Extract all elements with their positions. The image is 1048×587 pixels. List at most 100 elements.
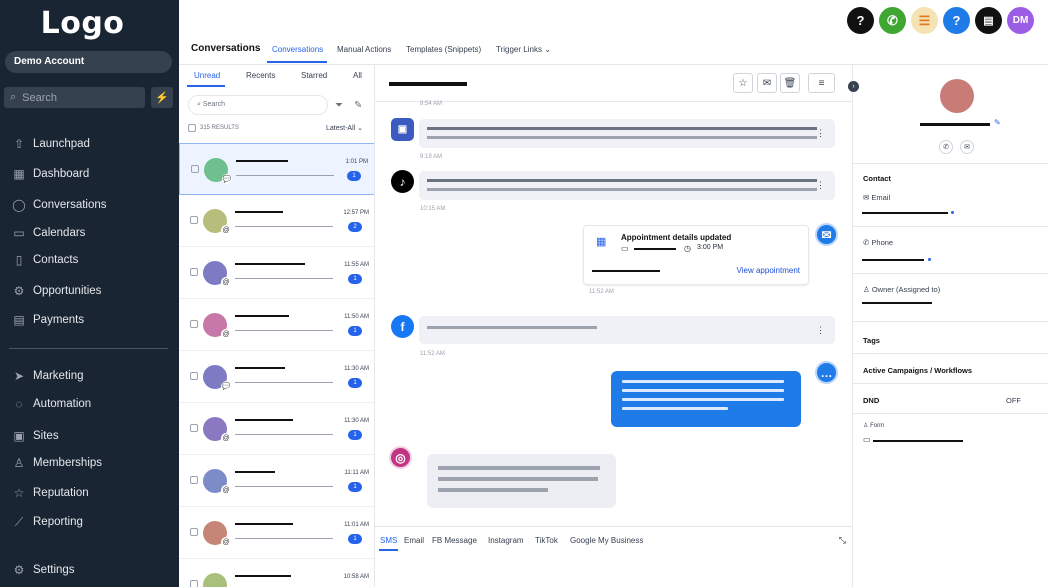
sort-dropdown[interactable]: Latest-All ⌄	[326, 124, 363, 132]
sidebar-item-conversations[interactable]: ◯ Conversations	[11, 197, 106, 213]
filter-icon[interactable]: ⏷	[335, 100, 343, 111]
email-value[interactable]	[862, 212, 948, 214]
conversation-panel: ☆ ✉ 🗑 ≡ 8:54 AM ▣ ⋮ 9:19 AM ♪ ⋮ 10:15 AM…	[375, 65, 852, 587]
conversation-row[interactable]: 💬 11:30 AM 1	[179, 351, 374, 403]
campaigns-section[interactable]: Active Campaigns / Workflows	[863, 366, 972, 375]
more-options-icon[interactable]: ⋮	[816, 325, 825, 336]
conversation-row[interactable]: @11:11 AM 1	[179, 455, 374, 507]
row-checkbox[interactable]	[190, 268, 198, 276]
tab-templates[interactable]: Templates (Snippets)	[406, 45, 481, 54]
phone-icon[interactable]: ✆	[939, 140, 953, 154]
sidebar-item-automation[interactable]: ◌ Automation	[11, 396, 91, 412]
sidebar-item-sites[interactable]: ▣ Sites	[11, 428, 58, 444]
row-checkbox[interactable]	[190, 320, 198, 328]
collapse-arrow-icon[interactable]: ›	[848, 81, 859, 92]
phone-icon[interactable]: ✆	[879, 7, 906, 34]
row-checkbox[interactable]	[190, 528, 198, 536]
tab-instagram[interactable]: Instagram	[488, 536, 524, 545]
row-time: 1:01 PM	[345, 159, 368, 165]
row-checkbox[interactable]	[190, 372, 198, 380]
conversation-row[interactable]: @10:58 AM	[179, 559, 374, 587]
row-checkbox[interactable]	[191, 165, 199, 173]
sidebar-item-reputation[interactable]: ☆ Reputation	[11, 485, 89, 501]
phone-value[interactable]	[862, 259, 924, 261]
more-options-icon[interactable]: ⋮	[816, 180, 825, 191]
contact-name	[235, 471, 275, 473]
sidebar-item-marketing[interactable]: ➤ Marketing	[11, 368, 84, 384]
sidebar-search[interactable]: ⌕ Search	[4, 87, 145, 108]
account-switcher[interactable]: Demo Account	[5, 51, 172, 73]
tab-trigger-links[interactable]: Trigger Links ⌄	[496, 45, 551, 54]
conversation-row[interactable]: @11:55 AM 1	[179, 247, 374, 299]
row-checkbox[interactable]	[190, 216, 198, 224]
star-icon[interactable]: ☆	[733, 73, 753, 93]
results-label: 315 RESULTS	[200, 125, 239, 131]
row-checkbox[interactable]	[190, 476, 198, 484]
row-checkbox[interactable]	[190, 424, 198, 432]
avatar	[203, 573, 227, 587]
row-checkbox[interactable]	[190, 580, 198, 587]
contact-name	[235, 211, 283, 213]
conversation-row[interactable]: @11:30 AM 1	[179, 403, 374, 455]
row-time: 12:57 PM	[343, 210, 369, 216]
help-icon[interactable]: ?	[847, 7, 874, 34]
row-time: 11:01 AM	[344, 522, 369, 528]
sidebar-item-label: Calendars	[33, 227, 86, 239]
email-icon[interactable]: ✉	[960, 140, 974, 154]
tab-starred[interactable]: Starred	[301, 71, 327, 80]
tab-tiktok[interactable]: TikTok	[535, 536, 558, 545]
dnd-value[interactable]: OFF	[1006, 396, 1021, 405]
edit-icon[interactable]: ✎	[994, 118, 1001, 127]
tab-fb-message[interactable]: FB Message	[432, 536, 477, 545]
conversation-row[interactable]: @11:01 AM 1	[179, 507, 374, 559]
tab-manual-actions[interactable]: Manual Actions	[337, 45, 391, 54]
view-appointment-link[interactable]: View appointment	[737, 266, 800, 275]
select-all-checkbox[interactable]	[188, 124, 196, 132]
tab-email[interactable]: Email	[404, 536, 424, 545]
conversation-row[interactable]: 💬 1:01 PM 1	[179, 143, 374, 195]
tags-section[interactable]: Tags	[863, 336, 880, 345]
tab-conversations[interactable]: Conversations	[272, 45, 323, 54]
sidebar-item-settings[interactable]: ⚙ Settings	[11, 562, 75, 578]
owner-value[interactable]	[862, 302, 932, 304]
tab-sms[interactable]: SMS	[380, 536, 397, 545]
sidebar-item-dashboard[interactable]: ▦ Dashboard	[11, 166, 89, 182]
tab-all[interactable]: All	[353, 71, 362, 80]
quick-action-icon[interactable]: ⚡	[151, 87, 173, 108]
filter-icon[interactable]: ≡	[808, 73, 835, 93]
conversation-row[interactable]: @11:50 AM 1	[179, 299, 374, 351]
compose-icon[interactable]: ✎	[354, 100, 362, 111]
unread-count-badge: 1	[348, 326, 362, 336]
more-options-icon[interactable]: ⋮	[816, 128, 825, 139]
phone-label: ✆ Phone	[863, 238, 893, 247]
channel-icon: @	[221, 277, 231, 287]
mail-open-icon[interactable]: ✉	[757, 73, 777, 93]
status-dot	[928, 258, 931, 261]
tab-unread[interactable]: Unread	[194, 71, 220, 80]
sidebar-item-payments[interactable]: ▤ Payments	[11, 312, 84, 328]
conversation-row[interactable]: @12:57 PM 2	[179, 195, 374, 247]
sidebar-item-memberships[interactable]: ♙ Memberships	[11, 455, 102, 471]
trash-icon[interactable]: 🗑	[780, 73, 800, 93]
tab-recents[interactable]: Recents	[246, 71, 275, 80]
email-icon: ✉	[815, 223, 838, 246]
support-icon[interactable]: ?	[943, 7, 970, 34]
sidebar-item-contacts[interactable]: ▯ Contacts	[11, 252, 79, 268]
list-icon[interactable]: ☰	[911, 7, 938, 34]
calendar-icon: ▭	[13, 226, 25, 240]
expand-icon[interactable]: ⤡	[839, 535, 846, 546]
row-time: 11:50 AM	[344, 314, 369, 320]
sidebar-item-reporting[interactable]: ⟋ Reporting	[11, 514, 83, 530]
user-avatar[interactable]: DM	[1007, 7, 1034, 34]
owner-label: ♙ Owner (Assigned to)	[863, 285, 940, 294]
sidebar-item-calendars[interactable]: ▭ Calendars	[11, 225, 85, 241]
calendar-icon: ▭	[621, 244, 629, 253]
conversation-search-input[interactable]: ⌕ Search	[188, 95, 328, 115]
sidebar-item-launchpad[interactable]: ⇧ Launchpad	[11, 136, 90, 152]
tab-google-my-business[interactable]: Google My Business	[570, 536, 643, 545]
contact-card-icon[interactable]: ▤	[975, 7, 1002, 34]
sidebar-item-label: Reporting	[33, 516, 83, 528]
message-time: 8:54 AM	[420, 101, 443, 107]
sidebar-item-opportunities[interactable]: ⚙ Opportunities	[11, 283, 102, 299]
sort-label: Latest-All	[326, 125, 356, 132]
